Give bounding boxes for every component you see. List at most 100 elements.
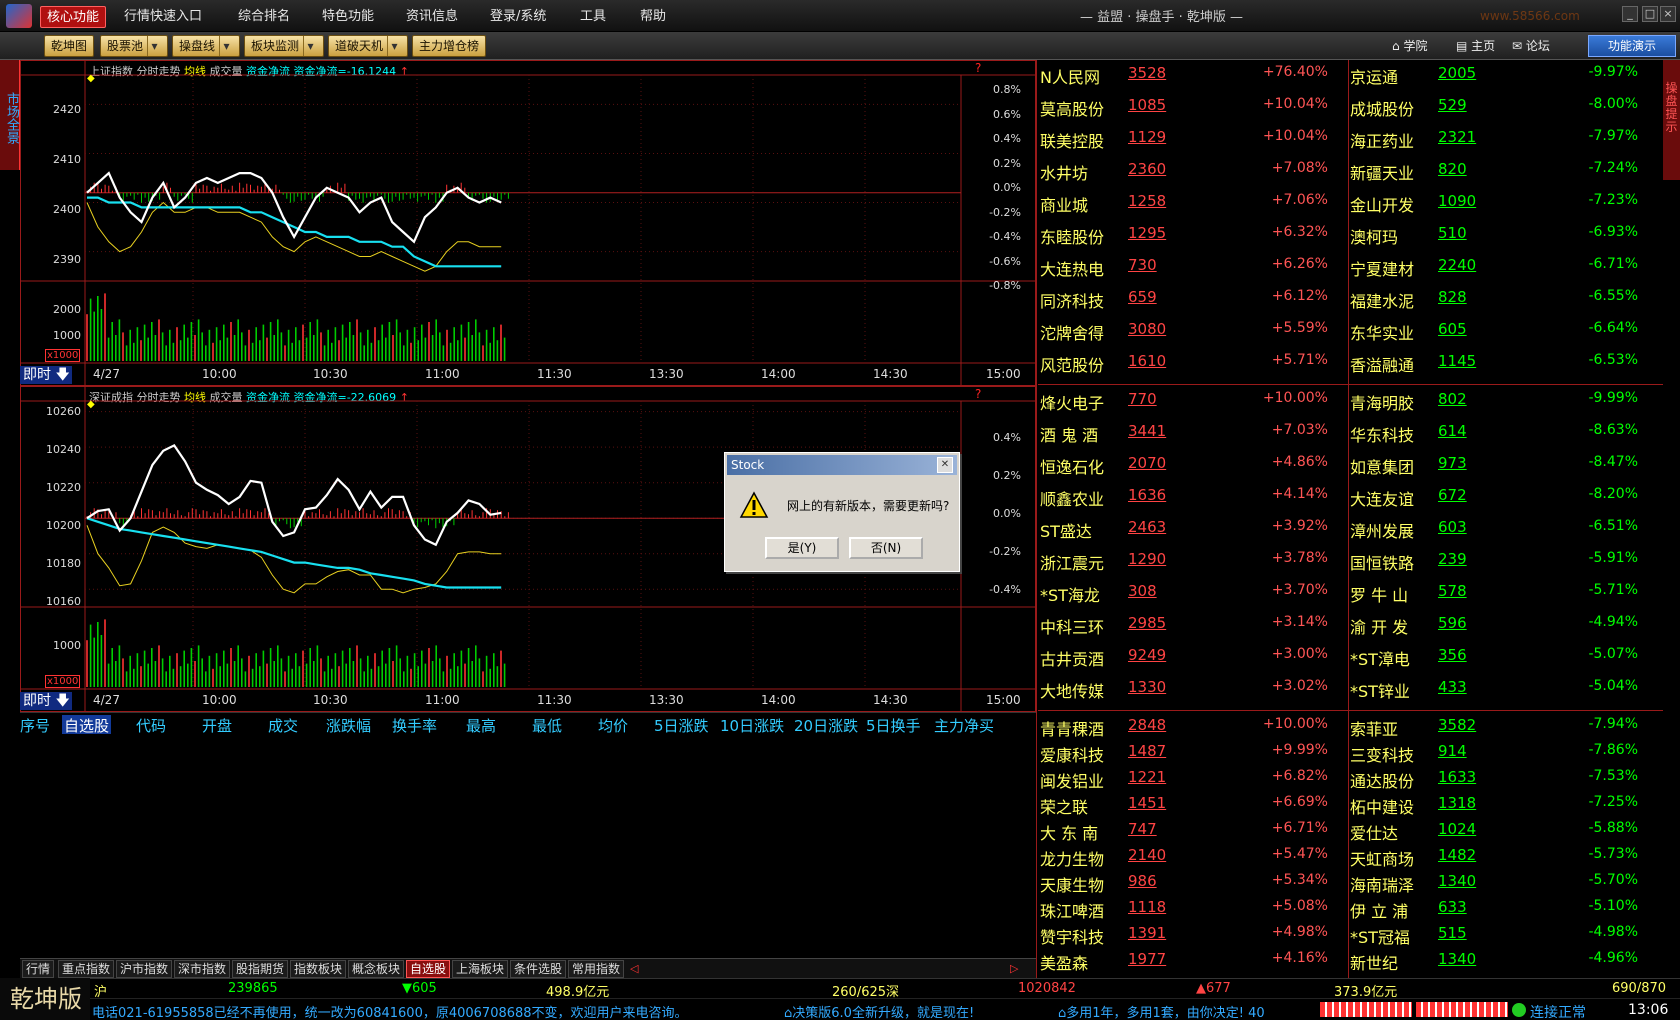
daopo-button[interactable]: 道破天机 ▾ <box>328 35 409 57</box>
demo-button[interactable]: 功能演示 <box>1588 35 1676 57</box>
gainer-change: +6.82% <box>1271 768 1328 784</box>
menu-core[interactable]: 核心功能 <box>40 6 107 28</box>
chevron-down-icon[interactable]: ▾ <box>303 36 317 56</box>
loser-name: 通达股份 <box>1350 772 1415 791</box>
tab-watchlist[interactable]: 自选股 <box>406 960 451 978</box>
loser-name: 新疆天业 <box>1350 164 1415 183</box>
col-10d-change[interactable]: 10日涨跌 <box>720 715 784 736</box>
loser-change: -8.47% <box>1588 454 1638 470</box>
gainer-change: +6.32% <box>1271 224 1328 240</box>
tab-sh-index[interactable]: 沪市指数 <box>116 960 173 978</box>
marker-icon: ◆ <box>87 399 95 410</box>
col-20d-change[interactable]: 20日涨跌 <box>794 715 858 736</box>
tab-condition[interactable]: 条件选股 <box>510 960 567 978</box>
app-logo-icon[interactable] <box>6 4 32 28</box>
col-5d-turnover[interactable]: 5日换手 <box>866 715 921 736</box>
trade-line-button[interactable]: 操盘线 ▾ <box>172 35 241 57</box>
menu-news[interactable]: 资讯信息 <box>400 6 464 28</box>
ticker-text-3[interactable]: ⌂多用1年，多用1套，由你决定! 40 <box>1058 1002 1265 1020</box>
chart2-time: 13:30 <box>649 693 684 707</box>
col-change[interactable]: 涨跌幅 <box>326 715 371 736</box>
menu-quick-entry[interactable]: 行情快速入口 <box>118 6 208 28</box>
qiankun-chart-button[interactable]: 乾坤图 <box>44 35 95 57</box>
dialog-close-icon[interactable]: ✕ <box>937 457 953 473</box>
marker-icon: ◆ <box>87 73 95 84</box>
chart2-pct-tick: 0.2% <box>993 469 1021 482</box>
academy-link[interactable]: ⌂ 学院 <box>1392 36 1427 56</box>
col-trade[interactable]: 成交 <box>268 715 298 736</box>
chart2-time: 10:00 <box>202 693 237 707</box>
loser-price: 515 <box>1438 924 1467 942</box>
col-code[interactable]: 代码 <box>136 715 166 736</box>
chevron-down-icon[interactable]: ▾ <box>147 36 161 56</box>
tab-quotes[interactable]: 行情 <box>22 960 55 978</box>
realtime-toggle[interactable]: 即时 🡇 <box>20 366 72 384</box>
loser-change: -5.10% <box>1588 898 1638 914</box>
gainer-change: +10.00% <box>1262 716 1328 732</box>
ticker-text[interactable]: 电话021-61955858已经不再使用，统一改为60841600，原40067… <box>92 1002 688 1020</box>
loser-name: 京运通 <box>1350 68 1399 87</box>
realtime-toggle[interactable]: 即时 🡇 <box>20 692 72 710</box>
tab-common-index[interactable]: 常用指数 <box>568 960 625 978</box>
home-link[interactable]: ▤ 主页 <box>1456 36 1495 56</box>
main-force-button[interactable]: 主力增仓榜 <box>412 35 487 57</box>
gainer-name: 古井贡酒 <box>1040 650 1105 669</box>
loser-name: 青海明胶 <box>1350 394 1415 413</box>
gainer-change: +6.26% <box>1271 256 1328 272</box>
menu-login[interactable]: 登录/系统 <box>484 6 552 28</box>
gainer-price: 2360 <box>1128 160 1167 178</box>
chart1-ytick: 2390 <box>53 253 81 266</box>
chevron-down-icon[interactable]: ▾ <box>219 36 233 56</box>
forum-link[interactable]: ✉ 论坛 <box>1512 36 1550 56</box>
chart2-ytick: 10180 <box>46 557 81 570</box>
close-icon[interactable]: × <box>1660 6 1676 22</box>
gainer-price: 3441 <box>1128 422 1167 440</box>
price-line <box>86 443 502 547</box>
tab-sz-index[interactable]: 深市指数 <box>174 960 231 978</box>
dialog-yes-button[interactable]: 是(Y) <box>765 537 839 559</box>
gainer-price: 1129 <box>1128 128 1167 146</box>
tab-index-sector[interactable]: 指数板块 <box>290 960 347 978</box>
gainer-change: +5.47% <box>1271 846 1328 862</box>
average-price-line <box>86 517 502 589</box>
col-index[interactable]: 序号 <box>20 715 50 736</box>
col-low[interactable]: 最低 <box>532 715 562 736</box>
col-open[interactable]: 开盘 <box>202 715 232 736</box>
tab-futures[interactable]: 股指期货 <box>232 960 289 978</box>
loser-price: 973 <box>1438 454 1467 472</box>
menu-ranking[interactable]: 综合排名 <box>232 6 296 28</box>
col-avg[interactable]: 均价 <box>598 715 628 736</box>
stock-pool-button[interactable]: 股票池 ▾ <box>100 35 169 57</box>
loser-name: 漳州发展 <box>1350 522 1415 541</box>
tab-scroll-left-icon[interactable]: ◁ <box>630 962 638 975</box>
menu-features[interactable]: 特色功能 <box>316 6 380 28</box>
chart1-time: 11:00 <box>425 367 460 381</box>
dialog-no-button[interactable]: 否(N) <box>849 537 923 559</box>
loser-change: -8.20% <box>1588 486 1638 502</box>
ticker-text-2[interactable]: ⌂决策版6.0全新升级，就是现在! <box>784 1002 974 1020</box>
chart2-pct-tick: 0.4% <box>993 431 1021 444</box>
loser-name: 爱仕达 <box>1350 824 1399 843</box>
chart1-pct-tick: -0.2% <box>989 206 1021 219</box>
col-5d-change[interactable]: 5日涨跌 <box>654 715 709 736</box>
market-overview-tab[interactable]: 市场全景 <box>0 60 20 170</box>
col-turnover[interactable]: 换手率 <box>392 715 437 736</box>
col-high[interactable]: 最高 <box>466 715 496 736</box>
watchlist-body[interactable] <box>20 734 1036 958</box>
minimize-icon[interactable]: _ <box>1622 6 1638 22</box>
gainer-name: 同济科技 <box>1040 292 1105 311</box>
tab-scroll-right-icon[interactable]: ▷ <box>1010 962 1018 975</box>
tab-sh-sector[interactable]: 上海板块 <box>452 960 509 978</box>
tab-concept-sector[interactable]: 概念板块 <box>348 960 405 978</box>
col-watchlist[interactable]: 自选股 <box>62 715 112 736</box>
chevron-down-icon[interactable]: ▾ <box>387 36 401 56</box>
trade-tips-tab[interactable]: 操盘提示 <box>1663 60 1680 180</box>
col-main-net-buy[interactable]: 主力净买 <box>934 715 994 736</box>
sector-monitor-button[interactable]: 板块监测 ▾ <box>244 35 325 57</box>
menu-tools[interactable]: 工具 <box>574 6 612 28</box>
gainer-name: 莫高股份 <box>1040 100 1105 119</box>
menu-help[interactable]: 帮助 <box>634 6 672 28</box>
maximize-icon[interactable]: □ <box>1642 6 1658 22</box>
tab-key-index[interactable]: 重点指数 <box>58 960 115 978</box>
gainer-price: 1258 <box>1128 192 1167 210</box>
